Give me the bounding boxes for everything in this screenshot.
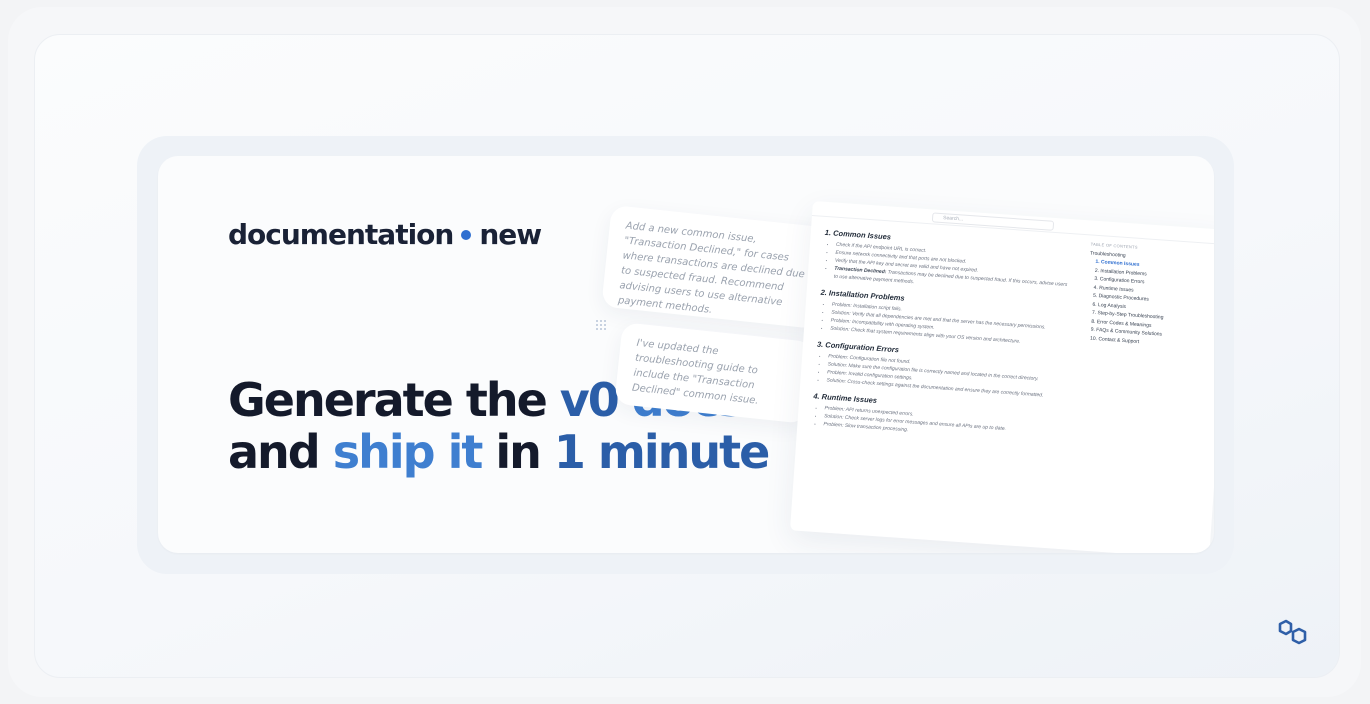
headline-highlight: 1 minute — [553, 425, 770, 479]
headline-text: and — [228, 425, 333, 479]
doc-content: 1. Common Issues Check if the API endpoi… — [811, 220, 1075, 445]
sparkle-icon — [594, 318, 608, 332]
headline-highlight: ship it — [332, 425, 484, 479]
headline-text: Generate the — [228, 373, 560, 427]
table-of-contents: TABLE OF CONTENTS Troubleshooting 1. Com… — [1084, 240, 1211, 350]
brand-suffix: new — [479, 218, 542, 251]
assistant-message-text: I've updated the troubleshooting guide t… — [631, 337, 759, 407]
doc-preview-window: Search... 1. Common Issues Check if the … — [789, 201, 1214, 553]
headline-text: in — [481, 425, 554, 479]
user-message-bubble: Add a new common issue, "Transaction Dec… — [601, 204, 828, 330]
user-message-text: Add a new common issue, "Transaction Dec… — [617, 220, 806, 316]
brand-wordmark: documentation new — [228, 218, 542, 251]
headline-highlight: v0 — [559, 373, 620, 427]
brand-dot-icon — [461, 229, 472, 240]
brand-name: documentation — [228, 218, 454, 251]
headline-line-2: and ship it in 1 minute — [228, 425, 770, 479]
hero-card: documentation new Generate the v0 docs a… — [158, 156, 1214, 553]
hexagon-logo-icon — [1276, 618, 1310, 648]
